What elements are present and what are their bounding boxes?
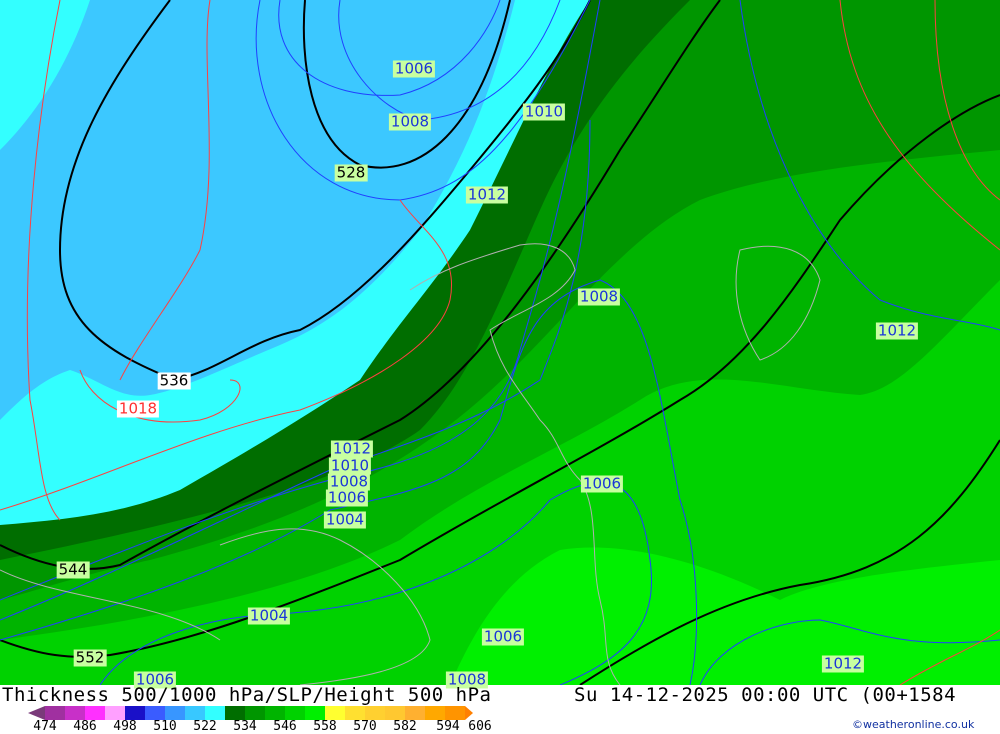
isobar-label: 1012 [330,439,374,458]
isobar-label: 1008 [388,112,432,131]
isobar-label: 1010 [522,102,566,121]
legend-swatch [205,706,225,720]
isobar-label: 1012 [875,321,919,340]
isobar-label: 1006 [392,59,436,78]
isobar-label: 1008 [577,287,621,306]
legend-swatch [285,706,305,720]
legend-tick: 594 [436,719,460,734]
legend-tick: 522 [193,719,217,734]
legend-arrow-low [28,706,45,720]
height-label: 528 [334,163,368,182]
isobar-label: 1006 [481,627,525,646]
legend-arrow-high [465,706,473,720]
thickness-label: 1018 [116,399,160,418]
legend-swatch [425,706,445,720]
legend-swatch [325,706,345,720]
legend-swatch [265,706,285,720]
legend-swatch [185,706,205,720]
legend-swatch [445,706,465,720]
legend-swatch [225,706,245,720]
legend-tick: 570 [353,719,377,734]
legend-swatch [105,706,125,720]
legend-tick: 534 [233,719,257,734]
credit-link[interactable]: ©weatheronline.co.uk [852,718,974,731]
legend-swatch [125,706,145,720]
legend-swatch [65,706,85,720]
legend-swatch [365,706,385,720]
legend-tick: 486 [73,719,97,734]
legend-tick: 474 [33,719,57,734]
legend-tick: 546 [273,719,297,734]
map-datetime: Su 14-12-2025 00:00 UTC (00+1584 [574,684,957,706]
legend-swatch [385,706,405,720]
legend-swatch [345,706,365,720]
color-legend [28,706,473,720]
height-label: 536 [157,371,191,390]
isobar-label: 1004 [323,510,367,529]
map-title: Thickness 500/1000 hPa/SLP/Height 500 hP… [2,684,492,706]
legend-swatch [165,706,185,720]
legend-tick: 582 [393,719,417,734]
legend-swatch [45,706,65,720]
legend-tick: 498 [113,719,137,734]
legend-ticks: 474 486 498 510 522 534 546 558 570 582 … [0,719,520,734]
legend-tick: 606 [468,719,492,734]
legend-swatch [405,706,425,720]
legend-swatch [245,706,265,720]
height-label: 544 [56,560,90,579]
legend-tick: 558 [313,719,337,734]
isobar-label: 1004 [247,606,291,625]
legend-swatch [305,706,325,720]
legend-swatch [145,706,165,720]
isobar-label: 1012 [465,185,509,204]
legend-swatch [85,706,105,720]
legend-tick: 510 [153,719,177,734]
isobar-label: 1012 [821,654,865,673]
weather-map [0,0,1000,685]
height-label: 552 [73,648,107,667]
isobar-label: 1006 [325,488,369,507]
isobar-label: 1006 [580,474,624,493]
